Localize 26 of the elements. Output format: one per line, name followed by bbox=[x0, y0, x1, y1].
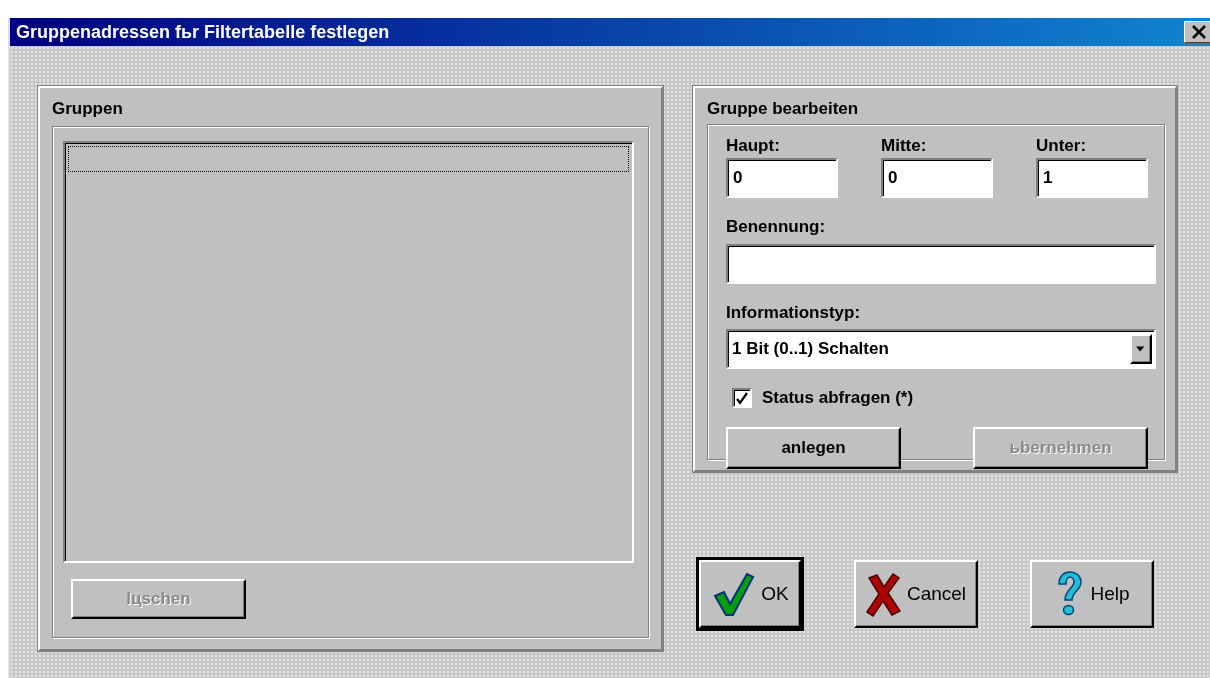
action-button[interactable]: anlegen bbox=[726, 426, 901, 469]
address-field[interactable]: 0 bbox=[881, 158, 993, 198]
ok-button[interactable]: OK bbox=[699, 560, 801, 628]
field-label: Mitte: bbox=[881, 134, 928, 157]
address-field[interactable]: 1 bbox=[1036, 158, 1148, 198]
window-title: Gruppenadressen fьr Filtertabelle festlegen bbox=[16, 20, 390, 44]
panel-title: Gruppen bbox=[52, 98, 124, 120]
checkbox-label: Status abfragen (*) bbox=[762, 387, 914, 409]
info-type-dropdown[interactable]: 1 Bit (0..1) Schalten bbox=[726, 329, 1156, 369]
checkmark-icon bbox=[711, 570, 756, 618]
close-icon bbox=[1191, 25, 1207, 39]
address-field[interactable]: 0 bbox=[726, 158, 838, 198]
field-label: Haupt: bbox=[726, 134, 781, 157]
check-icon bbox=[735, 390, 749, 405]
close-button[interactable] bbox=[1184, 21, 1210, 43]
dropdown-value: 1 Bit (0..1) Schalten bbox=[732, 338, 889, 361]
panel-title: Gruppe bearbeiten bbox=[707, 98, 860, 120]
help-button[interactable]: Help bbox=[1030, 560, 1154, 628]
field-label: Informationstyp: bbox=[726, 301, 862, 324]
status-checkbox[interactable] bbox=[732, 387, 752, 408]
cancel-button[interactable]: Cancel bbox=[853, 560, 978, 628]
field-label: Benennung: bbox=[726, 216, 827, 238]
name-field[interactable] bbox=[726, 243, 1156, 284]
focus-row[interactable] bbox=[68, 145, 629, 172]
cross-icon bbox=[864, 570, 901, 618]
field-label: Unter: bbox=[1036, 134, 1088, 157]
